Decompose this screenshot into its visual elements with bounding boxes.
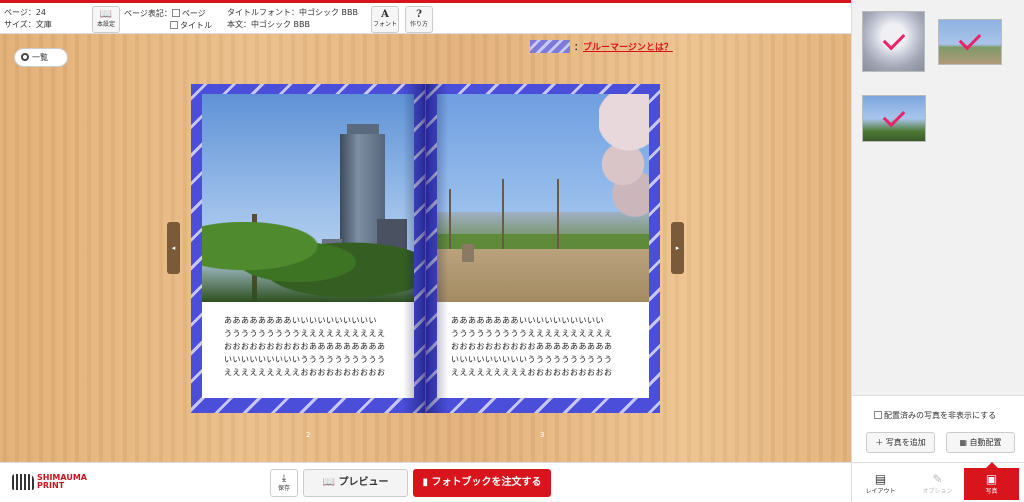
left-page-number: 2 — [306, 431, 311, 439]
chevron-right-icon: ▸ — [675, 244, 680, 252]
text-line: おおおおおおおおおおあああああああああ — [451, 342, 613, 351]
auto-layout-button[interactable]: ▦ 自動配置 — [946, 432, 1015, 453]
magnifier-icon — [21, 53, 29, 61]
left-text-box[interactable]: ああああああああいいいいいいいいいい うううううううううええええええええええ お… — [202, 302, 414, 398]
text-line: えええええええええおおおおおおおおおお — [451, 368, 613, 377]
font-button[interactable]: A フォント — [371, 6, 399, 33]
sidebar-tabs: ▤ レイアウト ✎ オプション ▣ 写真 — [851, 462, 1024, 502]
tab-layout[interactable]: ▤ レイアウト — [853, 468, 908, 500]
howto-button[interactable]: ? 作り方 — [405, 6, 433, 33]
photo-icon: ▣ — [985, 472, 998, 486]
book-spine — [403, 84, 448, 413]
photo-thumbnail[interactable] — [938, 19, 1002, 65]
zebra-icon — [12, 474, 34, 490]
photo-thumbnail[interactable] — [862, 95, 926, 142]
order-photobook-button[interactable]: ▮ フォトブックを注文する — [413, 469, 551, 497]
shimauma-logo[interactable]: SHIMAUMA PRINT — [12, 474, 87, 490]
next-page-button[interactable]: ▸ — [671, 222, 684, 274]
save-button[interactable]: ⤓ 保存 — [270, 469, 298, 497]
book-info: ページ：24 サイズ：文庫 — [4, 7, 52, 31]
text-line: うううううううううええええええええええ — [451, 329, 613, 338]
chevron-left-icon: ◂ — [171, 244, 176, 252]
preview-button[interactable]: 📖 プレビュー — [303, 469, 408, 497]
download-icon: ⤓ — [281, 473, 287, 484]
photo-thumbnail[interactable] — [862, 11, 925, 72]
font-info: タイトルフォント：中ゴシック BBB 本文：中ゴシック BBB — [227, 7, 358, 31]
text-line: うううううううううええええええええええ — [224, 329, 386, 338]
top-toolbar: ページ：24 サイズ：文庫 📖 本設定 ページ表記： ページ タイトル タイトルフ… — [0, 0, 851, 34]
hide-placed-checkbox[interactable] — [874, 411, 882, 419]
text-line: ああああああああいいいいいいいいいい — [451, 316, 604, 325]
body-font-info: 本文：中ゴシック BBB — [227, 20, 311, 29]
blue-margin-swatch — [530, 40, 570, 53]
text-line: えええええええええおおおおおおおおおお — [224, 368, 386, 377]
list-view-button[interactable]: 一覧 — [14, 48, 68, 67]
text-line: おおおおおおおおおおあああああああああ — [224, 342, 386, 351]
check-icon — [958, 27, 982, 51]
hide-placed-toggle[interactable]: 配置済みの写真を非表示にする — [874, 410, 996, 421]
page-count: ページ：24 — [4, 8, 47, 17]
layout-icon: ▤ — [874, 472, 887, 486]
font-icon: A — [381, 9, 389, 20]
book-size: サイズ：文庫 — [4, 20, 52, 29]
blue-margin-info: ：ブルーマージンとは？ — [530, 40, 673, 53]
left-photo-slot[interactable] — [202, 94, 414, 302]
tab-options[interactable]: ✎ オプション — [910, 468, 965, 500]
text-line: いいいいいいいいいうううううううううう — [451, 355, 613, 364]
right-page-number: 3 — [540, 431, 545, 439]
page-checkbox-label: ページ — [181, 9, 206, 18]
options-icon: ✎ — [932, 472, 943, 486]
title-checkbox[interactable] — [170, 21, 178, 29]
title-checkbox-label: タイトル — [180, 21, 212, 30]
tab-photos[interactable]: ▣ 写真 — [964, 462, 1019, 500]
help-icon: ? — [416, 9, 422, 20]
check-icon — [882, 27, 905, 50]
sidebar-actions: 配置済みの写真を非表示にする ＋ 写真を追加 ▦ 自動配置 — [852, 395, 1024, 462]
right-page: ああああああああいいいいいいいいいい うううううううううええええええええええ お… — [426, 84, 660, 413]
photo-sidebar: 配置済みの写真を非表示にする ＋ 写真を追加 ▦ 自動配置 — [851, 0, 1024, 462]
prev-page-button[interactable]: ◂ — [167, 222, 180, 274]
text-line: いいいいいいいいいうううううううううう — [224, 355, 386, 364]
page-checkbox[interactable] — [171, 9, 180, 17]
right-photo-slot[interactable] — [437, 94, 649, 302]
bottom-bar: SHIMAUMA PRINT ⤓ 保存 📖 プレビュー ▮ フォトブックを注文する — [0, 462, 851, 502]
page-display-label: ページ表記： — [124, 9, 172, 18]
text-line: ああああああああいいいいいいいいいい — [224, 316, 377, 325]
title-font-info: タイトルフォント：中ゴシック BBB — [227, 8, 359, 17]
editor-workspace: 一覧 ：ブルーマージンとは？ ◂ ▸ ああああああああいいいいいいいいいい うう… — [0, 34, 851, 462]
book-settings-button[interactable]: 📖 本設定 — [92, 6, 120, 33]
check-icon — [882, 104, 906, 127]
page-display-settings: ページ表記： ページ タイトル — [124, 8, 212, 32]
add-photo-button[interactable]: ＋ 写真を追加 — [866, 432, 935, 453]
blue-margin-link[interactable]: ブルーマージンとは？ — [583, 43, 673, 53]
left-page: ああああああああいいいいいいいいいい うううううううううええええええええええ お… — [191, 84, 425, 413]
right-text-box[interactable]: ああああああああいいいいいいいいいい うううううううううええええええええええ お… — [437, 302, 649, 398]
book-icon: 📖 — [99, 9, 113, 20]
photobook-spread: ああああああああいいいいいいいいいい うううううううううええええええええええ お… — [191, 84, 660, 413]
